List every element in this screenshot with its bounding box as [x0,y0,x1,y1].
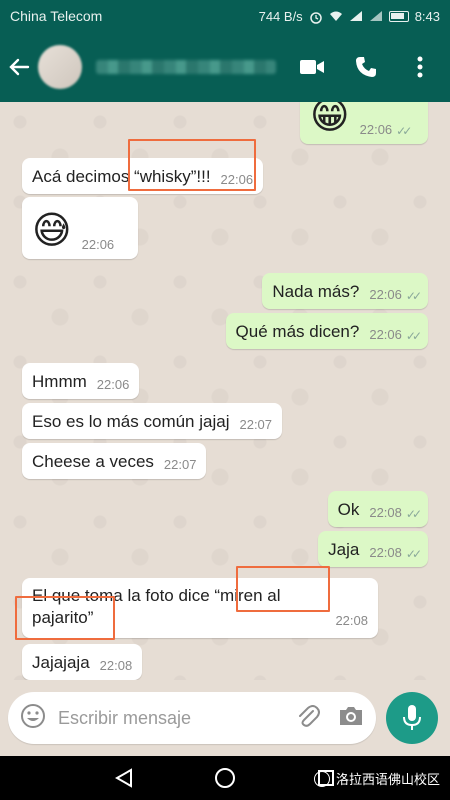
message-time: 22:08 [99,658,133,673]
message-bubble-outgoing[interactable]: 😁 22:06 ✓✓ [300,102,428,144]
message-time: 22:08 [369,505,402,520]
highlight-box [236,566,330,612]
message-text: Cheese a veces [32,452,154,471]
message-input[interactable] [58,707,296,729]
read-ticks-icon: ✓✓ [405,547,422,561]
read-ticks-icon: ✓✓ [396,124,412,138]
chat-header [0,32,450,102]
message-bubble-outgoing[interactable]: Ok 22:08 ✓✓ [327,491,428,527]
message-time: 22:07 [239,417,273,432]
message-time: 22:06 [96,377,130,392]
message-time: 22:08 [369,545,402,560]
message-bubble-incoming[interactable]: Hmmm 22:06 [22,363,140,399]
message-text: Hmmm [32,372,87,391]
network-speed: 744 B/s [258,8,303,24]
attach-icon[interactable] [296,703,320,734]
message-text: Jaja [328,540,360,559]
message-time: 22:06 [359,122,393,137]
clock: 8:43 [414,8,440,24]
message-time: 22:06 [369,327,402,342]
avatar[interactable] [38,45,82,89]
highlight-box [128,139,256,191]
camera-icon[interactable] [338,705,364,732]
back-arrow-icon[interactable] [0,32,38,102]
contact-name-blurred[interactable] [96,57,298,77]
wechat-icon [313,770,330,787]
signal-icon [349,10,363,22]
read-ticks-icon: ✓✓ [405,507,422,521]
composer [0,680,450,756]
nav-back-icon[interactable] [112,766,136,790]
battery-icon [388,10,409,22]
read-ticks-icon: ✓✓ [405,329,422,343]
watermark-text: 洛拉西语佛山校区 [335,772,440,787]
emoji: 😁 [310,102,350,137]
message-text: Ok [337,500,360,519]
emoji-picker-icon[interactable] [20,703,46,734]
message-text: Eso es lo más común jajaj [32,412,230,431]
nav-home-icon[interactable] [213,766,237,790]
phone-icon[interactable] [352,53,380,81]
more-vert-icon[interactable] [406,53,434,81]
status-bar: China Telecom 744 B/s 8:43 [0,0,450,32]
message-time: 22:07 [163,457,197,472]
emoji: 😅 [32,210,72,252]
message-bubble-outgoing[interactable]: Qué más dicen? 22:06 ✓✓ [225,313,428,349]
message-text: Qué más dicen? [235,322,360,341]
message-time: 22:06 [369,287,402,302]
mic-button[interactable] [386,692,438,744]
message-bubble-outgoing[interactable]: Nada más? 22:06 ✓✓ [262,273,428,309]
message-bubble-incoming[interactable]: Eso es lo más común jajaj 22:07 [22,403,283,439]
mic-icon [403,705,421,730]
read-ticks-icon: ✓✓ [405,289,422,303]
message-list[interactable]: 😁 22:06 ✓✓ Acá decimos “whisky”!!! 22:06… [0,102,450,680]
wifi-icon [329,10,343,22]
watermark: 洛拉西语佛山校区 [313,769,440,788]
message-text: Nada más? [272,282,360,301]
message-text: Jajajaja [32,653,90,672]
message-bubble-incoming[interactable]: Jajajaja 22:08 [22,644,143,680]
message-time: 22:08 [335,613,368,628]
message-time: 22:06 [81,237,115,252]
signal-icon [369,10,383,22]
message-bubble-outgoing[interactable]: Jaja 22:08 ✓✓ [318,531,428,567]
highlight-box [15,596,115,640]
system-nav-bar: 洛拉西语佛山校区 [0,756,450,800]
alarm-icon [309,10,323,24]
carrier-name: China Telecom [10,8,103,24]
message-bubble-incoming[interactable]: 😅 22:06 [22,197,138,259]
message-input-box[interactable] [8,692,376,744]
message-bubble-incoming[interactable]: Cheese a veces 22:07 [22,443,207,479]
video-call-icon[interactable] [298,53,326,81]
